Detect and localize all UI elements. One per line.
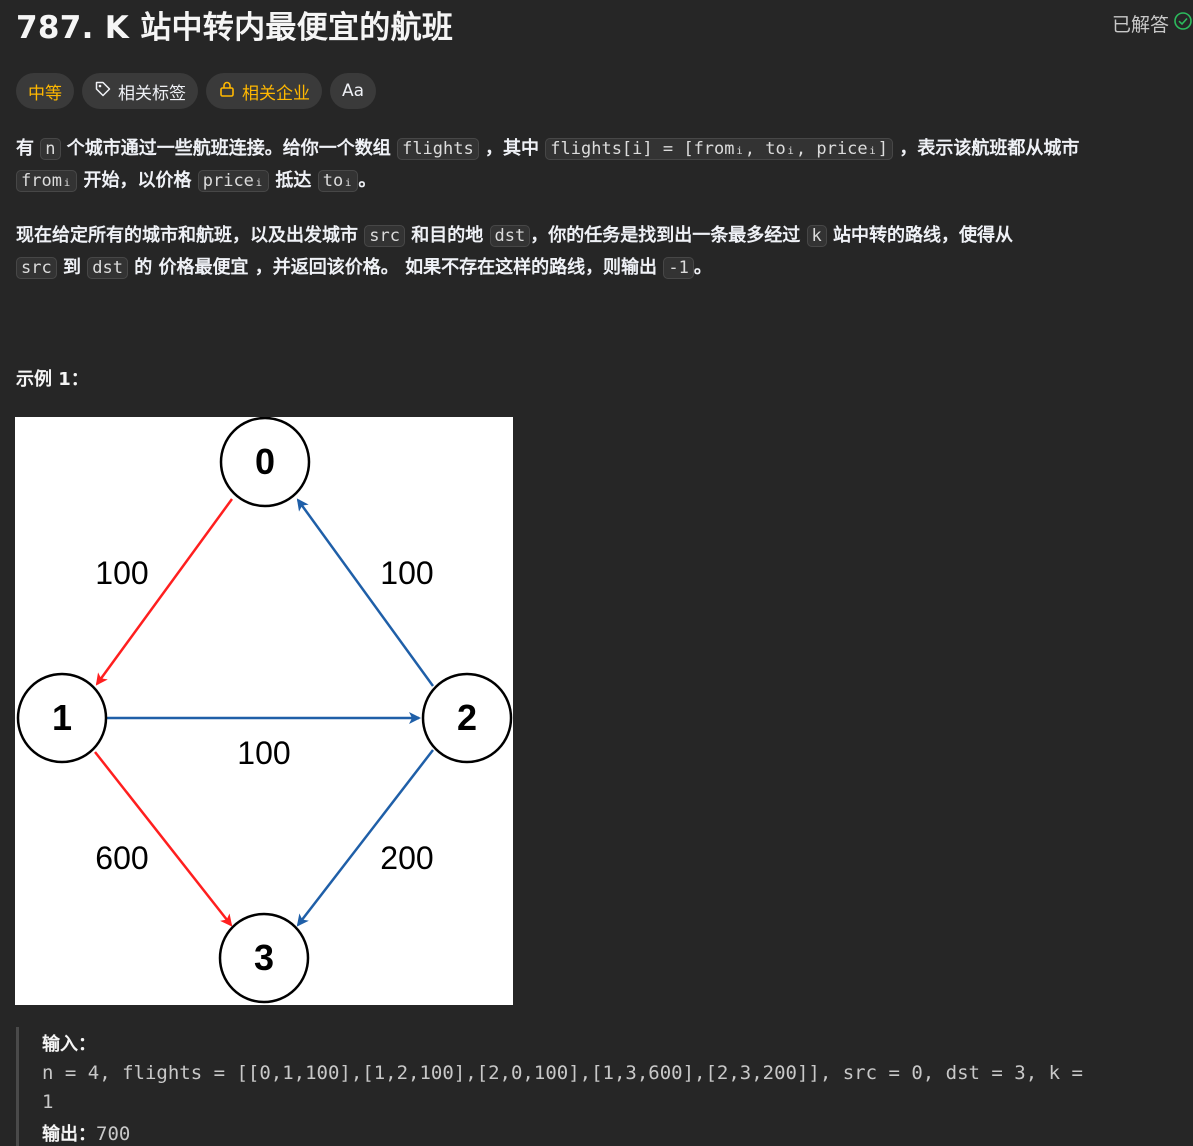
inline-code: fromᵢ: [16, 170, 78, 192]
node-3: 3: [218, 912, 310, 1004]
inline-code: src: [16, 257, 57, 279]
text: ，表示该航班都从城市: [893, 138, 1080, 159]
emphasis-text: 价格最便宜: [158, 257, 249, 278]
node-label: 0: [255, 441, 275, 482]
edge-label-2-0: 100: [380, 555, 433, 591]
input-label-line: 输入：: [42, 1030, 96, 1056]
topics-tag-label: 相关标签: [118, 83, 186, 104]
text: 现在给定所有的城市和航班，以及出发城市: [16, 225, 365, 246]
text: 站中转的路线，使得从: [826, 225, 1014, 246]
example-title: 示例 1：: [16, 369, 89, 390]
inline-code: priceᵢ: [197, 170, 270, 192]
companies-tag-button[interactable]: 相关企业: [206, 73, 322, 109]
node-label: 3: [254, 937, 274, 978]
check-circle-icon: [1173, 11, 1193, 36]
node-1: 1: [16, 672, 108, 764]
font-size-toggle[interactable]: Aa: [330, 73, 377, 109]
output-line: 输出：700: [42, 1120, 130, 1146]
inline-code: toᵢ: [317, 170, 359, 192]
edge-label-0-1: 100: [95, 555, 148, 591]
edge-2-3: [296, 749, 434, 927]
example-graph-image: 0 1 2 3 100 100 100 600 200: [15, 417, 513, 1005]
node-label: 1: [52, 697, 72, 738]
edge-label-1-3: 600: [95, 840, 148, 876]
lock-icon: [218, 80, 236, 103]
text: 开始，以价格: [77, 170, 198, 191]
edge-label-2-3: 200: [380, 840, 433, 876]
text: ，其中: [478, 138, 546, 159]
input-label: 输入：: [42, 1034, 96, 1055]
input-value-line-1: n = 4, flights = [[0,1,100],[1,2,100],[2…: [42, 1062, 1083, 1084]
inline-code: dst: [87, 257, 128, 279]
example-code-block: 输入： n = 4, flights = [[0,1,100],[1,2,100…: [16, 1027, 1193, 1146]
inline-code: src: [364, 225, 405, 247]
graph-diagram: 0 1 2 3 100 100 100 600 200: [16, 417, 513, 1004]
problem-title: 787. K 站中转内最便宜的航班: [16, 10, 454, 46]
edge-0-1: [95, 498, 234, 686]
inline-code: -1: [663, 257, 694, 279]
text: ，并返回该价格。 如果不存在这样的路线，则输出: [248, 257, 664, 278]
node-label: 2: [457, 697, 477, 738]
text: 到: [56, 257, 88, 278]
difficulty-badge: 中等: [16, 73, 74, 109]
text: 。: [693, 257, 712, 278]
output-label: 输出：: [42, 1124, 96, 1145]
companies-tag-label: 相关企业: [242, 83, 310, 104]
topics-tag-button[interactable]: 相关标签: [82, 73, 198, 109]
description-paragraph-2: 现在给定所有的城市和航班，以及出发城市 src 和目的地 dst ，你的任务是找到…: [16, 220, 1191, 284]
node-0: 0: [219, 417, 311, 508]
text: 抵达: [269, 170, 318, 191]
solved-label: 已解答: [1111, 14, 1169, 36]
font-size-icon: Aa: [342, 81, 365, 101]
inline-code: flights[i] = [fromᵢ, toᵢ, priceᵢ]: [545, 138, 894, 160]
text: 的: [127, 257, 159, 278]
input-value-line-2: 1: [42, 1091, 54, 1113]
edge-label-1-2: 100: [237, 735, 290, 771]
solved-status: 已解答: [1112, 10, 1193, 37]
text: 和目的地: [404, 225, 490, 246]
text: 个城市通过一些航班连接。给你一个数组: [60, 138, 398, 159]
text: ，你的任务是找到出一条最多经过: [530, 225, 807, 246]
tag-bar: 中等 相关标签 相关企业 Aa: [16, 73, 377, 109]
output-value: 700: [96, 1123, 131, 1145]
difficulty-label: 中等: [28, 83, 62, 104]
edge-2-0: [296, 498, 435, 687]
inline-code: n: [40, 138, 61, 160]
inline-code: flights: [397, 138, 479, 160]
edge-1-3: [94, 751, 233, 927]
inline-code: dst: [489, 225, 531, 247]
text: 有: [16, 138, 41, 159]
tag-icon: [94, 80, 112, 103]
problem-page: 787. K 站中转内最便宜的航班 已解答 中等 相关标签 相关企业 Aa 有 …: [0, 0, 1193, 1146]
inline-code: k: [806, 225, 827, 247]
description-paragraph-1: 有 n 个城市通过一些航班连接。给你一个数组 flights ，其中 fligh…: [16, 133, 1191, 197]
node-2: 2: [421, 672, 513, 764]
text: 。: [358, 170, 377, 191]
